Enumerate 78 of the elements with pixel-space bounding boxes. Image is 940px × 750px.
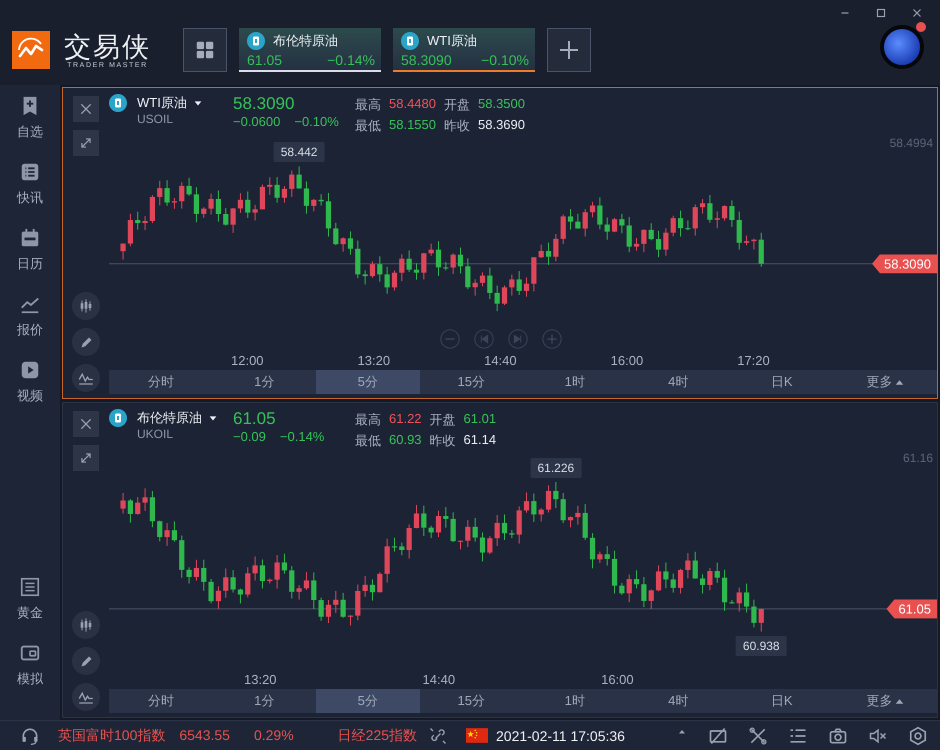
stat-label: 开盘 xyxy=(444,96,470,114)
period-tab[interactable]: 5分 xyxy=(316,689,420,713)
time-label: 14:40 xyxy=(484,352,517,368)
high-price-marker: 58.442 xyxy=(274,142,324,162)
instrument-selector[interactable]: WTI原油 xyxy=(137,94,223,112)
sidebar-item[interactable]: 黄金 xyxy=(0,576,60,622)
period-tab[interactable]: 1时 xyxy=(523,689,626,713)
price: 61.05 xyxy=(247,52,282,68)
sidebar-item[interactable]: 日历 xyxy=(0,227,60,273)
time-label: 16:00 xyxy=(610,352,644,368)
quote-tab[interactable]: 布伦特原油 61.05 −0.14% xyxy=(239,28,381,72)
instrument-symbol: USOIL xyxy=(137,112,174,126)
period-tab[interactable]: 更多 xyxy=(834,689,937,713)
ticker-change: 0.29% xyxy=(254,726,294,744)
stat-value: 61.22 xyxy=(389,411,422,428)
time-label: 13:20 xyxy=(358,352,390,368)
period-tab[interactable]: 4时 xyxy=(626,689,730,713)
last-price: 58.3090 xyxy=(233,94,296,114)
time-label: 14:40 xyxy=(422,672,456,686)
period-tab[interactable]: 日K xyxy=(730,689,834,713)
period-tab[interactable]: 5分 xyxy=(316,370,420,394)
stat-label: 最低 xyxy=(355,117,381,135)
high-price-marker: 61.226 xyxy=(530,458,582,478)
instrument-name: 布伦特原油 xyxy=(273,32,338,50)
stat-label: 昨收 xyxy=(444,117,470,135)
stat-value: 60.93 xyxy=(389,432,422,449)
stat-label: 昨收 xyxy=(430,432,456,450)
period-tab[interactable]: 日K xyxy=(730,370,834,394)
period-tab[interactable]: 15分 xyxy=(420,370,523,394)
quote-tab[interactable]: WTI原油 58.3090 −0.10% xyxy=(393,28,535,72)
sidebar-item[interactable]: 报价 xyxy=(0,293,60,339)
period-tab[interactable]: 分时 xyxy=(109,689,212,713)
period-tab[interactable]: 1分 xyxy=(212,689,316,713)
axis-label: 61.16 xyxy=(902,451,933,465)
ticker-name: 英国富时100指数 xyxy=(58,726,166,744)
stat-value: 61.01 xyxy=(464,411,496,428)
change-percent: −0.14% xyxy=(280,429,324,444)
sidebar-item[interactable]: 模拟 xyxy=(0,642,60,688)
stat-value: 58.3690 xyxy=(478,117,525,134)
instrument-selector[interactable]: 布伦特原油 xyxy=(137,409,223,427)
time-label: 17:20 xyxy=(737,352,770,368)
change-percent: −0.14% xyxy=(327,52,375,68)
stat-value: 58.3500 xyxy=(478,96,525,113)
period-tab[interactable]: 1分 xyxy=(212,370,316,394)
ticker-value: 6543.55 xyxy=(179,726,230,744)
price-change: −0.09 xyxy=(233,429,266,444)
instrument-symbol: UKOIL xyxy=(137,427,174,441)
price-tag: 58.3090 xyxy=(872,254,937,274)
period-tab[interactable]: 4时 xyxy=(626,370,730,394)
sidebar-item[interactable]: 视频 xyxy=(0,359,60,405)
stat-label: 最低 xyxy=(355,432,381,450)
instrument-name: WTI原油 xyxy=(427,32,477,50)
stat-value: 61.14 xyxy=(464,432,496,449)
ticker-name: 日经225指数 xyxy=(338,726,418,744)
change-percent: −0.10% xyxy=(294,114,339,129)
clock: 2021-02-11 17:05:36 xyxy=(496,728,625,744)
last-price: 61.05 xyxy=(233,409,277,429)
price-change: −0.0600 xyxy=(233,114,280,129)
time-label: 13:20 xyxy=(244,672,277,686)
change-percent: −0.10% xyxy=(481,52,529,68)
app-name: 交易侠 xyxy=(64,32,151,62)
price-tag: 61.05 xyxy=(886,599,937,618)
stat-label: 开盘 xyxy=(430,411,456,429)
time-label: 12:00 xyxy=(231,352,264,368)
period-tab[interactable]: 15分 xyxy=(420,689,523,713)
stat-label: 最高 xyxy=(355,411,381,429)
stat-value: 58.1550 xyxy=(389,117,436,134)
time-label: 16:00 xyxy=(601,672,634,686)
period-tab[interactable]: 1时 xyxy=(523,370,626,394)
stat-value: 58.4480 xyxy=(389,96,436,113)
axis-label: 58.4994 xyxy=(890,136,933,150)
sidebar-item[interactable]: 快讯 xyxy=(0,161,60,207)
stat-label: 最高 xyxy=(355,96,381,114)
period-tab[interactable]: 分时 xyxy=(109,370,212,394)
sidebar-item[interactable]: 自选 xyxy=(0,95,60,141)
low-price-marker: 60.938 xyxy=(736,636,787,656)
price: 58.3090 xyxy=(401,52,452,68)
period-tab[interactable]: 更多 xyxy=(834,370,937,394)
